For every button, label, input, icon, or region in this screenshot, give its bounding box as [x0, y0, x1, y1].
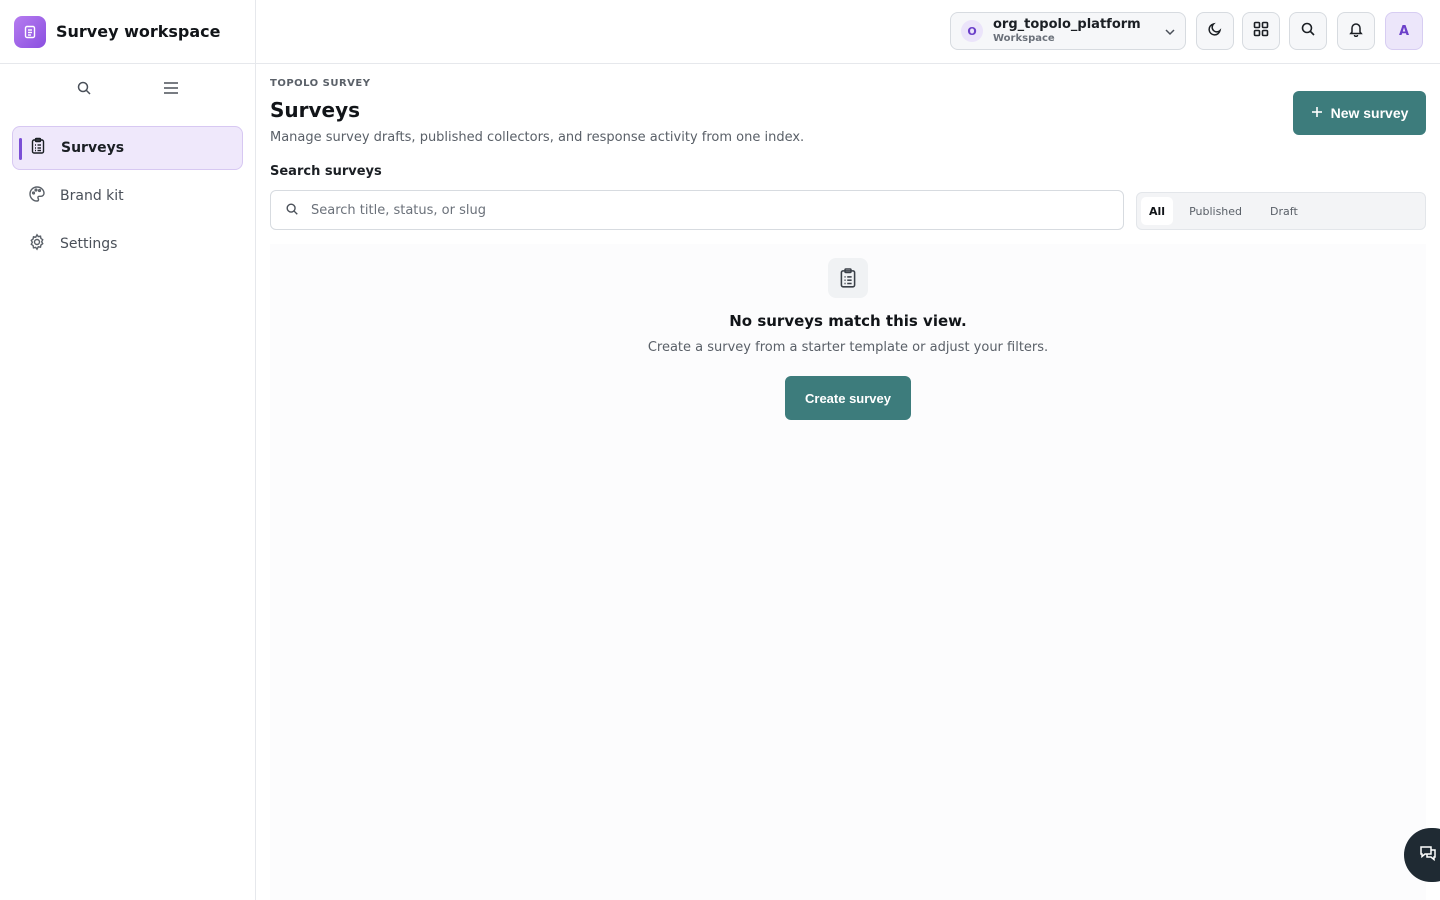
new-survey-button[interactable]: New survey — [1293, 91, 1426, 135]
org-subtitle: Workspace — [993, 32, 1055, 44]
apps-grid-icon — [1252, 20, 1270, 42]
sidebar-item-label: Settings — [60, 236, 118, 252]
chevron-down-icon — [1163, 24, 1177, 43]
app-title: Survey workspace — [56, 22, 221, 41]
sidebar-nav: Surveys Brand kit Settings — [0, 112, 255, 266]
moon-icon — [1207, 21, 1223, 41]
tab-all[interactable]: All — [1141, 197, 1174, 225]
tab-draft[interactable]: Draft — [1258, 197, 1310, 225]
gear-icon — [28, 233, 46, 255]
top-bar: O org_topolo_platform Workspace A — [256, 0, 1440, 64]
sidebar: Survey workspace Surveys Brand kit Setti… — [0, 0, 256, 900]
global-search-button[interactable] — [1289, 12, 1327, 50]
sidebar-tools — [0, 64, 255, 112]
clipboard-icon — [29, 137, 47, 159]
sidebar-item-label: Surveys — [61, 140, 125, 156]
org-switcher[interactable]: O org_topolo_platform Workspace — [950, 12, 1186, 50]
empty-state-subtitle: Create a survey from a starter template … — [647, 340, 1049, 355]
create-survey-button[interactable]: Create survey — [785, 376, 911, 420]
sidebar-item-surveys[interactable]: Surveys — [12, 126, 243, 170]
new-survey-label: New survey — [1330, 105, 1409, 121]
plus-icon — [1311, 105, 1323, 121]
page-eyebrow: TOPOLO SURVEY — [270, 78, 371, 89]
clipboard-icon — [14, 15, 46, 48]
bell-icon — [1348, 21, 1364, 41]
search-icon — [1300, 21, 1316, 41]
search-field — [270, 190, 1124, 230]
search-icon — [285, 201, 299, 220]
status-filter-tabs: All Published Draft — [1136, 192, 1426, 230]
palette-icon — [28, 185, 46, 207]
apps-button[interactable] — [1242, 12, 1280, 50]
org-name: org_topolo_platform — [993, 16, 1141, 32]
search-label: Search surveys — [270, 164, 382, 179]
sidebar-item-label: Brand kit — [60, 188, 124, 204]
empty-state: No surveys match this view. Create a sur… — [270, 244, 1426, 900]
chat-icon — [1418, 843, 1438, 867]
sidebar-item-settings[interactable]: Settings — [12, 222, 243, 266]
sidebar-item-brand-kit[interactable]: Brand kit — [12, 174, 243, 218]
brand-header: Survey workspace — [0, 0, 255, 64]
notifications-button[interactable] — [1337, 12, 1375, 50]
org-avatar: O — [961, 20, 983, 42]
search-input[interactable] — [311, 202, 1071, 218]
empty-state-title: No surveys match this view. — [729, 312, 967, 330]
tab-published[interactable]: Published — [1177, 197, 1254, 225]
menu-icon[interactable] — [155, 72, 187, 104]
user-avatar[interactable]: A — [1385, 12, 1423, 50]
clipboard-icon — [828, 258, 868, 298]
main-content: TOPOLO SURVEY Surveys Manage survey draf… — [256, 64, 1440, 900]
page-subtitle: Manage survey drafts, published collecto… — [270, 130, 805, 145]
surveys-panel: TOPOLO SURVEY Surveys Manage survey draf… — [270, 78, 1426, 900]
theme-toggle-button[interactable] — [1196, 12, 1234, 50]
search-icon[interactable] — [68, 72, 100, 104]
page-title: Surveys — [270, 98, 361, 122]
